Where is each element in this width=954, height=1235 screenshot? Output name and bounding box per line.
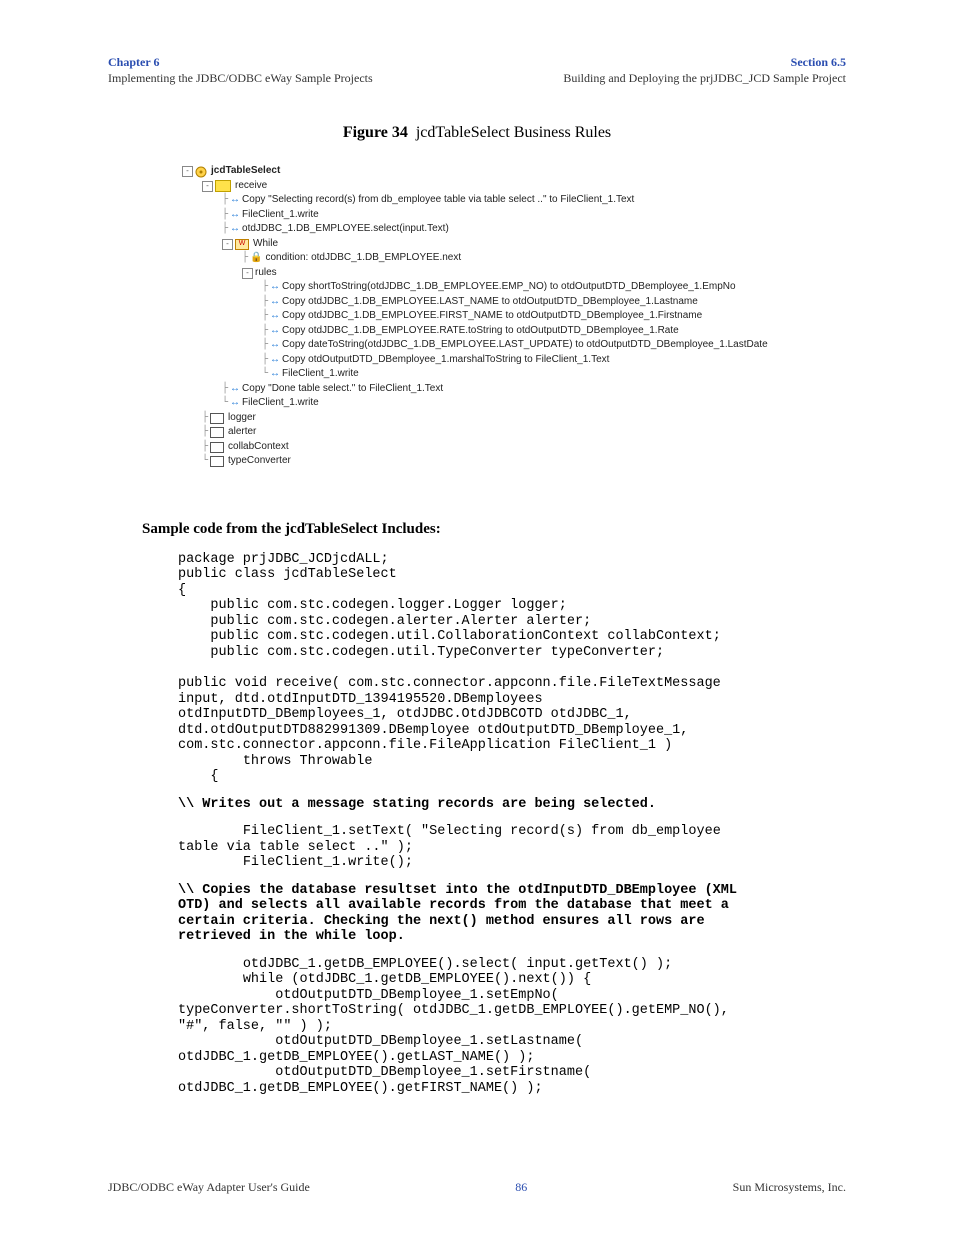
chapter-subtitle: Implementing the JDBC/ODBC eWay Sample P…	[108, 70, 373, 86]
bidirectional-icon: ↔	[270, 324, 279, 339]
section-label: Section 6.5	[563, 54, 846, 70]
tree-rule: ├↔otdJDBC_1.DB_EMPLOYEE.select(input.Tex…	[182, 222, 846, 237]
bidirectional-icon: ↔	[230, 193, 239, 208]
gear-icon	[195, 166, 207, 178]
field-icon	[210, 413, 224, 424]
rule-text: otdJDBC_1.DB_EMPLOYEE.select(input.Text)	[242, 222, 449, 237]
code-block: package prjJDBC_JCDjcdALL; public class …	[178, 552, 846, 785]
section-subtitle: Building and Deploying the prjJDBC_JCD S…	[563, 70, 846, 86]
tree-rule: ├↔Copy dateToString(otdJDBC_1.DB_EMPLOYE…	[182, 338, 846, 353]
bidirectional-icon: ↔	[270, 309, 279, 324]
tree-node-while: - W While	[182, 237, 846, 252]
bidirectional-icon: ↔	[270, 338, 279, 353]
rule-text: Copy otdOutputDTD_DBemployee_1.marshalTo…	[282, 353, 609, 368]
field-icon	[210, 442, 224, 453]
bidirectional-icon: ↔	[270, 280, 279, 295]
chapter-label: Chapter 6	[108, 54, 373, 70]
receive-label: receive	[235, 179, 267, 194]
tree-rule: ├↔Copy "Selecting record(s) from db_empl…	[182, 193, 846, 208]
tree-rule: └↔FileClient_1.write	[182, 396, 846, 411]
code-block: FileClient_1.setText( "Selecting record(…	[178, 824, 846, 871]
tree-condition: ├ 🔒 condition: otdJDBC_1.DB_EMPLOYEE.nex…	[182, 251, 846, 266]
tree-var: ├collabContext	[182, 440, 846, 455]
rule-text: Copy otdJDBC_1.DB_EMPLOYEE.RATE.toString…	[282, 324, 679, 339]
rule-text: FileClient_1.write	[282, 367, 359, 382]
business-rules-tree: - jcdTableSelect - receive ├↔Copy "Selec…	[182, 164, 846, 469]
var-label: alerter	[228, 425, 256, 440]
tree-rule: ├↔Copy "Done table select." to FileClien…	[182, 382, 846, 397]
field-icon	[210, 427, 224, 438]
header-right: Section 6.5 Building and Deploying the p…	[563, 54, 846, 86]
rule-text: Copy "Selecting record(s) from db_employ…	[242, 193, 634, 208]
rules-label: rules	[255, 266, 277, 281]
tree-rule: ├↔Copy shortToString(otdJDBC_1.DB_EMPLOY…	[182, 280, 846, 295]
while-label: While	[253, 237, 278, 252]
rule-text: Copy otdJDBC_1.DB_EMPLOYEE.FIRST_NAME to…	[282, 309, 702, 324]
rule-text: Copy dateToString(otdJDBC_1.DB_EMPLOYEE.…	[282, 338, 768, 353]
tree-var: ├logger	[182, 411, 846, 426]
sample-code-heading: Sample code from the jcdTableSelect Incl…	[142, 521, 846, 538]
rule-text: Copy otdJDBC_1.DB_EMPLOYEE.LAST_NAME to …	[282, 295, 698, 310]
bidirectional-icon: ↔	[270, 367, 279, 382]
var-label: collabContext	[228, 440, 289, 455]
bidirectional-icon: ↔	[230, 396, 239, 411]
rule-text: FileClient_1.write	[242, 208, 319, 223]
rule-text: Copy shortToString(otdJDBC_1.DB_EMPLOYEE…	[282, 280, 736, 295]
bidirectional-icon: ↔	[230, 222, 239, 237]
page-footer: JDBC/ODBC eWay Adapter User's Guide 86 S…	[108, 1180, 846, 1195]
collapse-icon: -	[222, 239, 233, 250]
footer-doc-title: JDBC/ODBC eWay Adapter User's Guide	[108, 1180, 310, 1195]
tree-var: └typeConverter	[182, 454, 846, 469]
tree-rule: ├↔Copy otdOutputDTD_DBemployee_1.marshal…	[182, 353, 846, 368]
var-label: typeConverter	[228, 454, 291, 469]
figure-number: Figure 34	[343, 124, 408, 141]
page-header: Chapter 6 Implementing the JDBC/ODBC eWa…	[108, 54, 846, 86]
bidirectional-icon: ↔	[230, 382, 239, 397]
field-icon	[210, 456, 224, 467]
figure-title-text: jcdTableSelect Business Rules	[416, 124, 611, 141]
tree-node-receive: - receive	[182, 179, 846, 194]
var-label: logger	[228, 411, 256, 426]
tree-rule: └↔FileClient_1.write	[182, 367, 846, 382]
root-label: jcdTableSelect	[211, 164, 280, 179]
tree-rule: ├↔Copy otdJDBC_1.DB_EMPLOYEE.FIRST_NAME …	[182, 309, 846, 324]
tree-rule: ├↔Copy otdJDBC_1.DB_EMPLOYEE.LAST_NAME t…	[182, 295, 846, 310]
while-icon: W	[235, 239, 249, 250]
tree-rule: ├↔FileClient_1.write	[182, 208, 846, 223]
bidirectional-icon: ↔	[270, 295, 279, 310]
figure-caption: Figure 34 jcdTableSelect Business Rules	[108, 124, 846, 142]
collapse-icon: -	[202, 181, 213, 192]
bidirectional-icon: ↔	[270, 353, 279, 368]
lock-icon: 🔒	[250, 251, 262, 266]
method-icon	[215, 180, 231, 192]
tree-var: ├alerter	[182, 425, 846, 440]
rule-text: FileClient_1.write	[242, 396, 319, 411]
code-comment: \\ Copies the database resultset into th…	[178, 883, 846, 945]
tree-root: - jcdTableSelect	[182, 164, 846, 179]
code-block: otdJDBC_1.getDB_EMPLOYEE().select( input…	[178, 957, 846, 1097]
tree-node-rules: - rules	[182, 266, 846, 281]
header-left: Chapter 6 Implementing the JDBC/ODBC eWa…	[108, 54, 373, 86]
footer-company: Sun Microsystems, Inc.	[733, 1180, 846, 1195]
code-comment: \\ Writes out a message stating records …	[178, 797, 846, 813]
document-page: Chapter 6 Implementing the JDBC/ODBC eWa…	[0, 0, 954, 1235]
footer-page-number: 86	[515, 1180, 527, 1195]
rule-text: Copy "Done table select." to FileClient_…	[242, 382, 443, 397]
collapse-icon: -	[242, 268, 253, 279]
bidirectional-icon: ↔	[230, 208, 239, 223]
collapse-icon: -	[182, 166, 193, 177]
tree-rule: ├↔Copy otdJDBC_1.DB_EMPLOYEE.RATE.toStri…	[182, 324, 846, 339]
condition-text: condition: otdJDBC_1.DB_EMPLOYEE.next	[265, 251, 461, 266]
